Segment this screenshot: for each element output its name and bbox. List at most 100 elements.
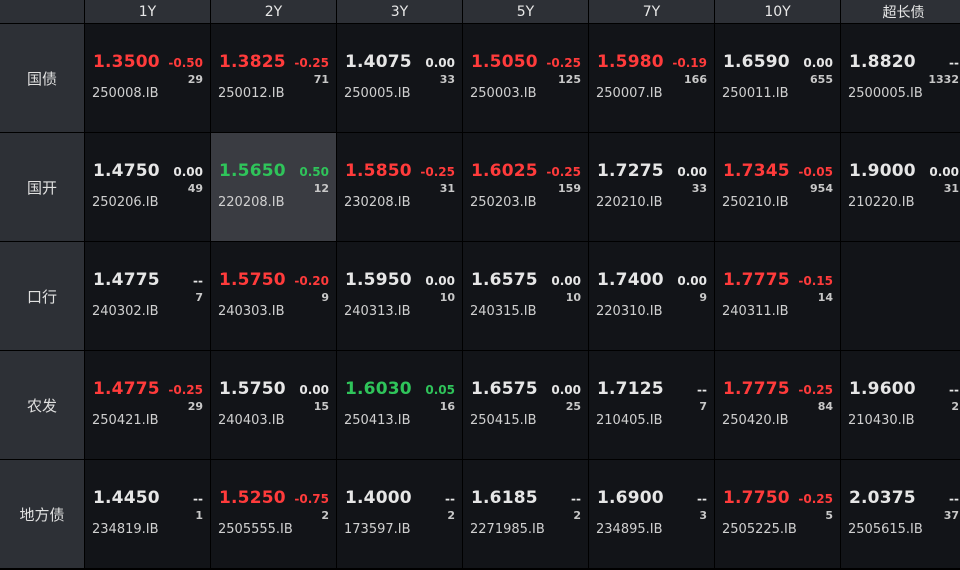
quote-cell[interactable]: 1.5750 0.00 15 240403.IB xyxy=(211,351,336,460)
quote-volume: 25 xyxy=(565,400,581,413)
quote-price: 1.4775 xyxy=(93,379,160,399)
column-header-1[interactable]: 2Y xyxy=(211,0,336,24)
bond-code: 210405.IB xyxy=(596,413,663,428)
quote-volume: 84 xyxy=(817,400,833,413)
quote-cell[interactable]: 1.5980 -0.19 166 250007.IB xyxy=(589,24,714,133)
quote-cell[interactable]: 1.7400 0.00 9 220310.IB xyxy=(589,242,714,351)
quote-volume: 2 xyxy=(321,509,329,522)
quote-cell[interactable]: 1.6030 0.05 16 250413.IB xyxy=(337,351,462,460)
quote-change: 0.00 xyxy=(677,274,707,288)
quote-price: 1.3500 xyxy=(93,52,160,72)
quote-cell[interactable]: 1.6590 0.00 655 250011.IB xyxy=(715,24,840,133)
row-header[interactable]: 国开 xyxy=(0,133,84,242)
quote-price: 1.5250 xyxy=(219,488,286,508)
quote-cell[interactable]: 1.6185 -- 2 2271985.IB xyxy=(463,460,588,569)
quote-volume: 1332 xyxy=(928,73,959,86)
quote-change: -- xyxy=(949,56,959,70)
quote-volume: 7 xyxy=(195,291,203,304)
quote-volume: 9 xyxy=(321,291,329,304)
quote-change: 0.00 xyxy=(929,165,959,179)
quote-change: -0.05 xyxy=(798,165,833,179)
row-header[interactable]: 国债 xyxy=(0,24,84,133)
quote-cell[interactable]: 1.6025 -0.25 159 250203.IB xyxy=(463,133,588,242)
quote-volume: 166 xyxy=(684,73,707,86)
quote-price: 1.6185 xyxy=(471,488,538,508)
quote-volume: 125 xyxy=(558,73,581,86)
quote-cell[interactable]: 1.7275 0.00 33 220210.IB xyxy=(589,133,714,242)
quote-cell[interactable]: 1.5650 0.50 12 220208.IB xyxy=(211,133,336,242)
quote-price: 1.6575 xyxy=(471,270,538,290)
quote-cell[interactable]: 1.4775 -0.25 29 250421.IB xyxy=(85,351,210,460)
bond-code: 250413.IB xyxy=(344,413,411,428)
bond-code: 2505615.IB xyxy=(848,522,923,537)
row-header[interactable]: 口行 xyxy=(0,242,84,351)
bond-code: 250203.IB xyxy=(470,195,537,210)
quote-price: 1.7400 xyxy=(597,270,664,290)
quote-cell[interactable]: 1.6900 -- 3 234895.IB xyxy=(589,460,714,569)
quote-cell[interactable]: 1.4775 -- 7 240302.IB xyxy=(85,242,210,351)
quote-change: -- xyxy=(571,492,581,506)
quote-cell[interactable]: 1.5250 -0.75 2 2505555.IB xyxy=(211,460,336,569)
quote-change: 0.00 xyxy=(803,56,833,70)
quote-volume: 71 xyxy=(313,73,329,86)
quote-change: -0.50 xyxy=(168,56,203,70)
quote-price: 1.7125 xyxy=(597,379,664,399)
quote-cell[interactable]: 1.4750 0.00 49 250206.IB xyxy=(85,133,210,242)
quote-price: 1.6575 xyxy=(471,379,538,399)
quote-change: -0.25 xyxy=(798,492,833,506)
quote-cell[interactable]: 1.4450 -- 1 234819.IB xyxy=(85,460,210,569)
quote-price: 1.5950 xyxy=(345,270,412,290)
column-header-4[interactable]: 7Y xyxy=(589,0,714,24)
bond-code: 250007.IB xyxy=(596,86,663,101)
quote-price: 1.6030 xyxy=(345,379,412,399)
column-header-3[interactable]: 5Y xyxy=(463,0,588,24)
column-header-6[interactable]: 超长债 xyxy=(841,0,960,24)
quote-volume: 31 xyxy=(943,182,959,195)
quote-change: -0.19 xyxy=(672,56,707,70)
quote-price: 1.5850 xyxy=(345,161,412,181)
bond-code: 220208.IB xyxy=(218,195,285,210)
bond-code: 250210.IB xyxy=(722,195,789,210)
quote-cell[interactable]: 1.7775 -0.15 14 240311.IB xyxy=(715,242,840,351)
quote-cell[interactable]: 1.8820 -- 1332 2500005.IB xyxy=(841,24,960,133)
quote-cell[interactable]: 1.4000 -- 2 173597.IB xyxy=(337,460,462,569)
quote-volume: 655 xyxy=(810,73,833,86)
quote-cell[interactable]: 2.0375 -- 37 2505615.IB xyxy=(841,460,960,569)
row-header[interactable]: 农发 xyxy=(0,351,84,460)
column-header-0[interactable]: 1Y xyxy=(85,0,210,24)
quote-cell[interactable]: 1.9600 -- 2 210430.IB xyxy=(841,351,960,460)
quote-cell[interactable]: 1.7345 -0.05 954 250210.IB xyxy=(715,133,840,242)
quote-cell[interactable]: 1.5750 -0.20 9 240303.IB xyxy=(211,242,336,351)
quote-cell[interactable]: 1.7750 -0.25 5 2505225.IB xyxy=(715,460,840,569)
quote-change: -0.20 xyxy=(294,274,329,288)
bond-code: 220310.IB xyxy=(596,304,663,319)
column-header-2[interactable]: 3Y xyxy=(337,0,462,24)
quote-price: 1.7275 xyxy=(597,161,664,181)
bond-code: 234819.IB xyxy=(92,522,159,537)
quote-cell[interactable]: 1.7125 -- 7 210405.IB xyxy=(589,351,714,460)
quote-cell[interactable]: 1.3825 -0.25 71 250012.IB xyxy=(211,24,336,133)
quote-cell[interactable]: 1.5850 -0.25 31 230208.IB xyxy=(337,133,462,242)
quote-volume: 10 xyxy=(439,291,455,304)
quote-change: -- xyxy=(193,492,203,506)
quote-change: -- xyxy=(193,274,203,288)
quote-cell[interactable]: 1.5950 0.00 10 240313.IB xyxy=(337,242,462,351)
quote-cell[interactable]: 1.3500 -0.50 29 250008.IB xyxy=(85,24,210,133)
quote-cell[interactable]: 1.9000 0.00 31 210220.IB xyxy=(841,133,960,242)
quote-price: 1.6025 xyxy=(471,161,538,181)
bond-code: 250421.IB xyxy=(92,413,159,428)
bond-code: 2271985.IB xyxy=(470,522,545,537)
quote-cell[interactable]: 1.6575 0.00 10 240315.IB xyxy=(463,242,588,351)
quote-cell[interactable]: 1.4075 0.00 33 250005.IB xyxy=(337,24,462,133)
quote-cell[interactable]: 1.7775 -0.25 84 250420.IB xyxy=(715,351,840,460)
quote-change: -0.15 xyxy=(798,274,833,288)
quote-cell[interactable]: 1.6575 0.00 25 250415.IB xyxy=(463,351,588,460)
quote-price: 1.9600 xyxy=(849,379,916,399)
quote-change: 0.00 xyxy=(551,274,581,288)
row-header[interactable]: 地方债 xyxy=(0,460,84,569)
quote-price: 1.4775 xyxy=(93,270,160,290)
bond-code: 210220.IB xyxy=(848,195,915,210)
quote-price: 1.4750 xyxy=(93,161,160,181)
column-header-5[interactable]: 10Y xyxy=(715,0,840,24)
quote-cell[interactable]: 1.5050 -0.25 125 250003.IB xyxy=(463,24,588,133)
